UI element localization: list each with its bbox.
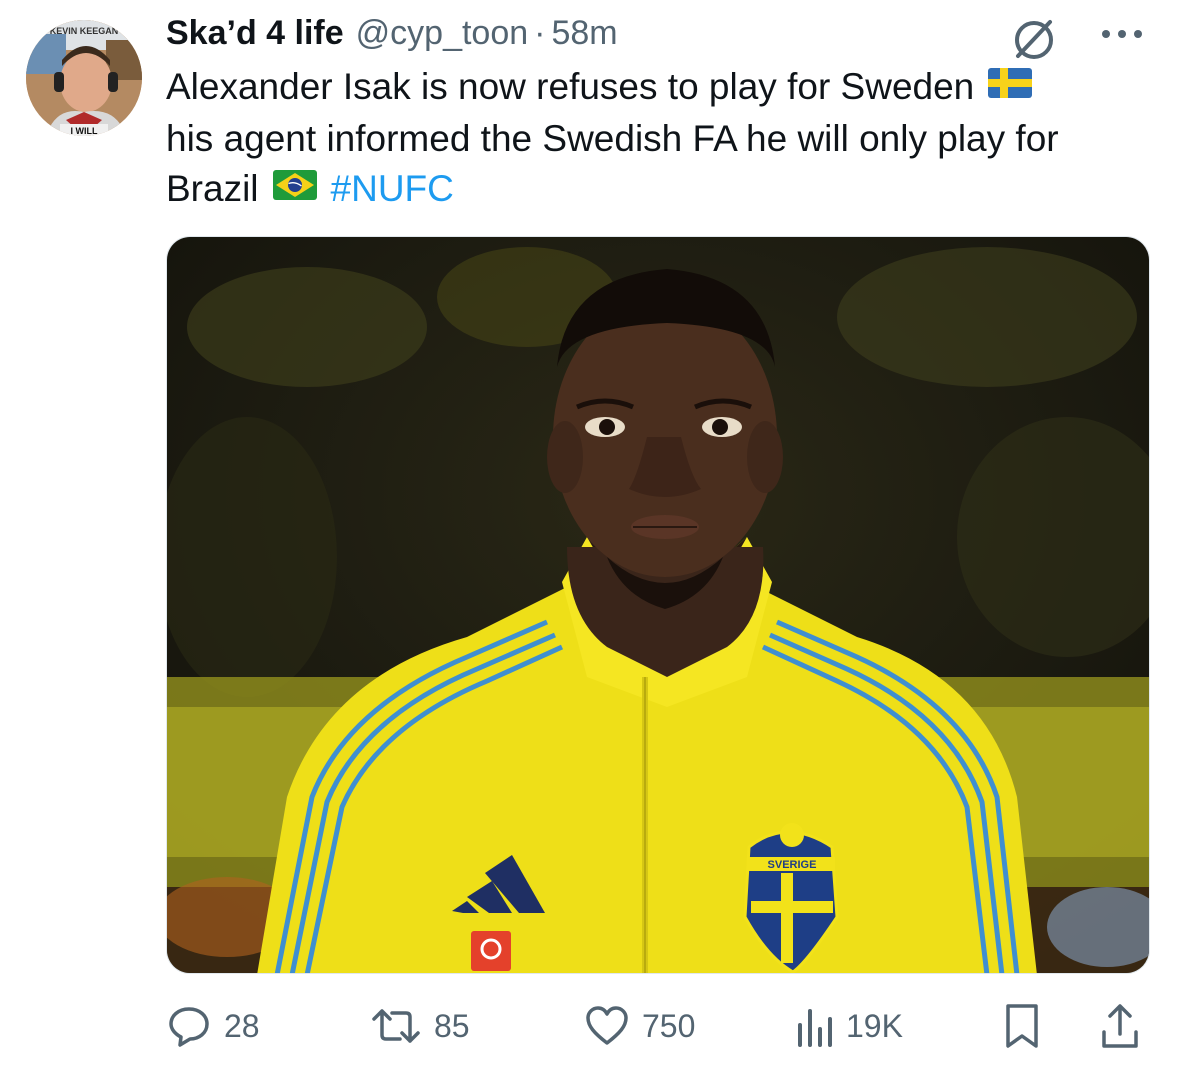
crest-text: SVERIGE xyxy=(768,859,817,871)
reply-button[interactable]: 28 xyxy=(166,1000,260,1052)
reply-icon xyxy=(169,1007,209,1047)
like-icon xyxy=(586,1006,628,1045)
share-icon xyxy=(1102,1004,1138,1048)
bookmark-icon xyxy=(1006,1004,1038,1048)
tweet-text-line-1: Alexander Isak is now refuses to play fo… xyxy=(166,62,1166,114)
repost-icon xyxy=(372,1009,420,1043)
sweden-flag xyxy=(988,61,1033,111)
reply-count: 28 xyxy=(224,1007,260,1044)
repost-button[interactable]: 85 xyxy=(370,1000,470,1052)
views-count: 19K xyxy=(846,1007,903,1044)
tweet-text-line-2: his agent informed the Swedish FA he wil… xyxy=(166,118,1059,160)
hashtag-link[interactable]: #NUFC xyxy=(331,168,454,209)
tweet-media-image[interactable]: SVERIGE xyxy=(166,236,1150,974)
tweet-header: Ska’d 4 life @cyp_toon · 58m xyxy=(166,14,618,56)
avatar-bottom-text: I WILL xyxy=(71,126,98,136)
tweet-text-span-3: Brazil xyxy=(166,168,259,210)
more-icon[interactable] xyxy=(1098,26,1146,42)
tweet-text: Alexander Isak is now refuses to play fo… xyxy=(166,62,1166,216)
grok-icon[interactable] xyxy=(1010,14,1058,62)
like-button[interactable]: 750 xyxy=(584,1000,695,1052)
tweet-text-span-1: Alexander Isak is now refuses to play fo… xyxy=(166,66,975,107)
share-button[interactable] xyxy=(1098,1000,1142,1052)
repost-count: 85 xyxy=(434,1007,470,1044)
views-icon xyxy=(798,1009,832,1047)
author-name[interactable]: Ska’d 4 life xyxy=(166,14,344,53)
avatar[interactable]: KEVIN KEEGAN I WILL xyxy=(26,20,142,136)
tweet-text-line-3: Brazil #NUFC xyxy=(166,164,1166,216)
like-count: 750 xyxy=(642,1007,696,1044)
avatar-image: KEVIN KEEGAN I WILL xyxy=(26,20,142,136)
brazil-flag xyxy=(272,163,317,213)
player-photo: SVERIGE xyxy=(167,237,1149,973)
views-button[interactable]: 19K xyxy=(794,1000,903,1052)
tweet-actions: 28 85 750 19K xyxy=(0,1000,1179,1052)
tweet-time[interactable]: 58m xyxy=(551,14,617,53)
bookmark-button[interactable] xyxy=(1000,1000,1044,1052)
author-handle[interactable]: @cyp_toon xyxy=(356,14,529,53)
separator-dot: · xyxy=(534,14,546,52)
